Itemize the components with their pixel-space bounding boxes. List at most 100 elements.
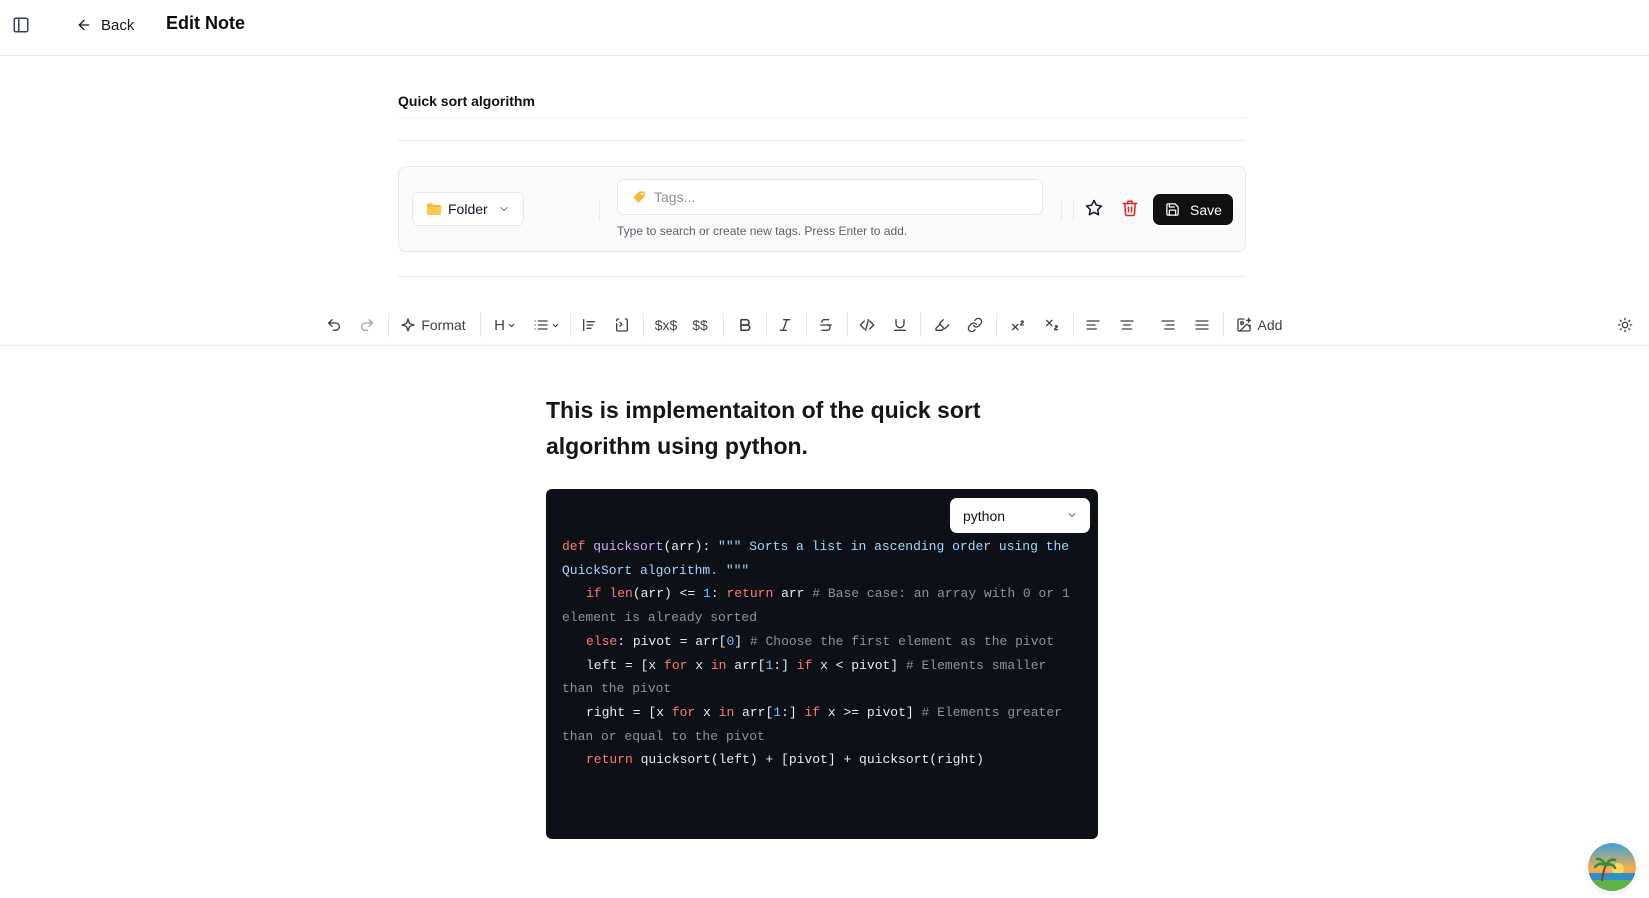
arrow-left-icon (78, 19, 90, 31)
blockquote-icon (583, 319, 595, 331)
save-button[interactable]: Save (1153, 194, 1233, 225)
block-math-label: $$ (692, 317, 708, 333)
note-title-input[interactable] (398, 84, 1246, 118)
editor-toolbar: Format H $x$ $$ Add (0, 304, 1649, 346)
code-block[interactable]: python def quicksort(arr): """ Sorts a l… (546, 489, 1098, 839)
tags-field (617, 179, 1043, 215)
folder-select-button[interactable]: Folder (412, 192, 524, 226)
code-line: right = [x for x in arr[1:] if x >= pivo… (562, 704, 1062, 744)
inline-code-button[interactable] (856, 312, 878, 338)
inline-math-button[interactable]: $x$ (652, 312, 680, 338)
folder-label: Folder (448, 201, 488, 217)
divider (599, 199, 600, 221)
top-bar: Back Edit Note (0, 0, 1649, 56)
format-button[interactable]: Format (398, 312, 468, 338)
code-block-icon (616, 318, 628, 332)
italic-icon (779, 319, 791, 331)
bold-icon (740, 318, 751, 332)
divider (480, 313, 481, 337)
superscript-icon (1012, 320, 1024, 331)
code-icon (859, 319, 875, 331)
chevron-down-icon (552, 323, 558, 327)
divider (1061, 199, 1062, 221)
divider (643, 313, 644, 337)
page-title: Edit Note (166, 13, 245, 33)
divider (920, 313, 921, 337)
code-language-label: python (963, 507, 1006, 524)
image-plus-icon (1236, 317, 1251, 332)
align-left-icon (1086, 320, 1100, 330)
inline-math-label: $x$ (654, 317, 678, 333)
divider (766, 313, 767, 337)
divider (388, 313, 389, 337)
align-justify-icon (1195, 320, 1209, 330)
align-right-button[interactable] (1157, 312, 1179, 338)
code-content[interactable]: def quicksort(arr): """ Sorts a list in … (562, 535, 1082, 772)
chevron-down-icon (500, 207, 508, 211)
add-label: Add (1257, 317, 1283, 333)
divider (570, 313, 571, 337)
highlighter-icon (935, 319, 950, 331)
tags-input[interactable] (654, 189, 1034, 205)
back-button[interactable]: Back (76, 14, 134, 36)
heading-dropdown[interactable]: H (492, 312, 518, 338)
superscript-button[interactable] (1006, 312, 1030, 338)
list-dropdown[interactable] (532, 312, 560, 338)
subscript-button[interactable] (1040, 312, 1064, 338)
italic-button[interactable] (774, 312, 796, 338)
blockquote-button[interactable] (578, 312, 600, 338)
trash-icon (1122, 200, 1138, 217)
highlight-button[interactable] (931, 312, 953, 338)
add-image-button[interactable]: Add (1234, 312, 1284, 338)
code-line: left = [x for x in arr[1:] if x < pivot]… (562, 657, 1047, 697)
tag-icon (633, 191, 645, 203)
sidebar-toggle-icon[interactable] (12, 16, 30, 34)
note-meta-panel: Folder Type to search or create new tags… (398, 166, 1246, 252)
undo-button[interactable] (323, 312, 345, 338)
chevron-down-icon (508, 323, 515, 327)
avatar-beach-icon (1588, 843, 1636, 891)
user-avatar[interactable] (1588, 843, 1636, 891)
code-block-button[interactable] (611, 312, 633, 338)
chevron-down-icon (1068, 513, 1076, 517)
save-icon (1166, 203, 1179, 216)
back-label: Back (101, 16, 135, 34)
divider (723, 313, 724, 337)
list-icon (533, 320, 548, 330)
block-math-button[interactable]: $$ (688, 312, 712, 338)
content-heading[interactable]: This is implementaiton of the quick sort… (546, 392, 1026, 464)
link-button[interactable] (964, 312, 986, 338)
folder-icon (427, 203, 441, 215)
undo-icon (328, 319, 340, 331)
divider (398, 276, 1246, 277)
divider (847, 313, 848, 337)
delete-button[interactable] (1121, 199, 1143, 221)
theme-toggle-button[interactable] (1614, 312, 1636, 338)
tags-help-text: Type to search or create new tags. Press… (617, 224, 908, 238)
align-center-button[interactable] (1116, 312, 1138, 338)
code-line: else: pivot = arr[0] # Choose the first … (586, 633, 1055, 649)
bold-button[interactable] (734, 312, 756, 338)
align-right-icon (1161, 320, 1175, 330)
align-left-button[interactable] (1082, 312, 1104, 338)
underline-icon (894, 319, 906, 331)
divider (806, 313, 807, 337)
strikethrough-button[interactable] (815, 312, 837, 338)
redo-icon (361, 319, 373, 331)
align-center-icon (1120, 320, 1134, 330)
align-justify-button[interactable] (1191, 312, 1213, 338)
code-line: def quicksort(arr): """ Sorts a list in … (562, 539, 1070, 578)
save-label: Save (1190, 201, 1222, 218)
divider (1073, 313, 1074, 337)
code-language-select[interactable]: python (950, 498, 1090, 533)
underline-button[interactable] (889, 312, 911, 338)
redo-button[interactable] (356, 312, 378, 338)
sun-icon (1617, 317, 1633, 333)
star-icon (1085, 199, 1103, 216)
divider (996, 313, 997, 337)
favorite-button[interactable] (1085, 199, 1107, 221)
code-line: if len(arr) <= 1: return arr # Base case… (562, 586, 1070, 626)
divider (398, 140, 1246, 141)
subscript-icon (1046, 319, 1058, 331)
heading-label: H (494, 316, 505, 334)
